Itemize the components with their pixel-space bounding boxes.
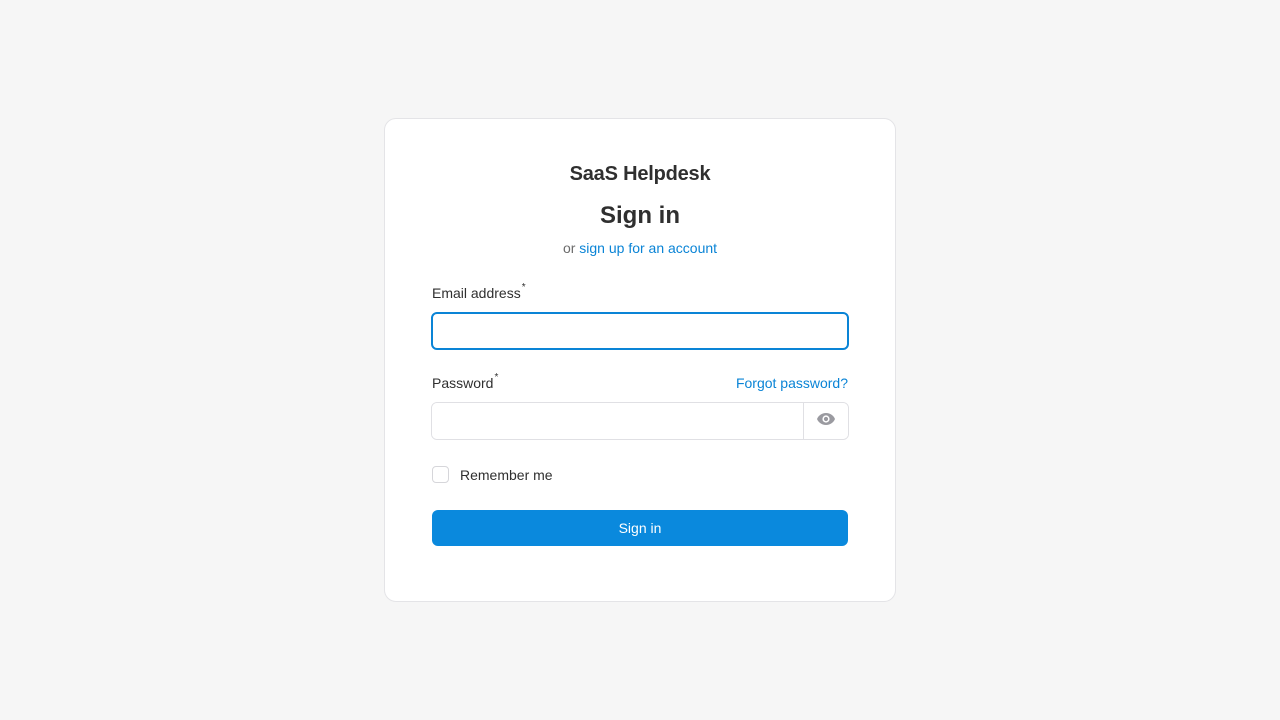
email-field[interactable] [431, 312, 849, 350]
page-title: Sign in [600, 202, 680, 229]
sign-in-card: SaaS Helpdesk Sign in or sign up for an … [384, 118, 896, 602]
email-label: Email address* [432, 282, 526, 301]
password-field-group [431, 402, 849, 440]
remember-me-label[interactable]: Remember me [460, 467, 553, 483]
required-mark: * [494, 372, 499, 383]
eye-icon [816, 412, 836, 431]
password-field[interactable] [432, 403, 803, 439]
remember-me-row: Remember me [432, 466, 848, 483]
email-label-row: Email address* [432, 282, 848, 301]
brand-name: SaaS Helpdesk [569, 163, 711, 185]
sign-in-button[interactable]: Sign in [432, 510, 848, 546]
required-mark: * [521, 282, 526, 293]
forgot-password-link[interactable]: Forgot password? [736, 375, 848, 391]
password-label: Password* [432, 372, 499, 391]
signup-link[interactable]: sign up for an account [579, 240, 717, 256]
signup-prefix: or [562, 240, 576, 256]
toggle-password-visibility-button[interactable] [803, 403, 848, 439]
password-label-row: Password* Forgot password? [432, 372, 848, 391]
signup-prompt: or sign up for an account [432, 240, 848, 256]
remember-me-checkbox[interactable] [432, 466, 449, 483]
